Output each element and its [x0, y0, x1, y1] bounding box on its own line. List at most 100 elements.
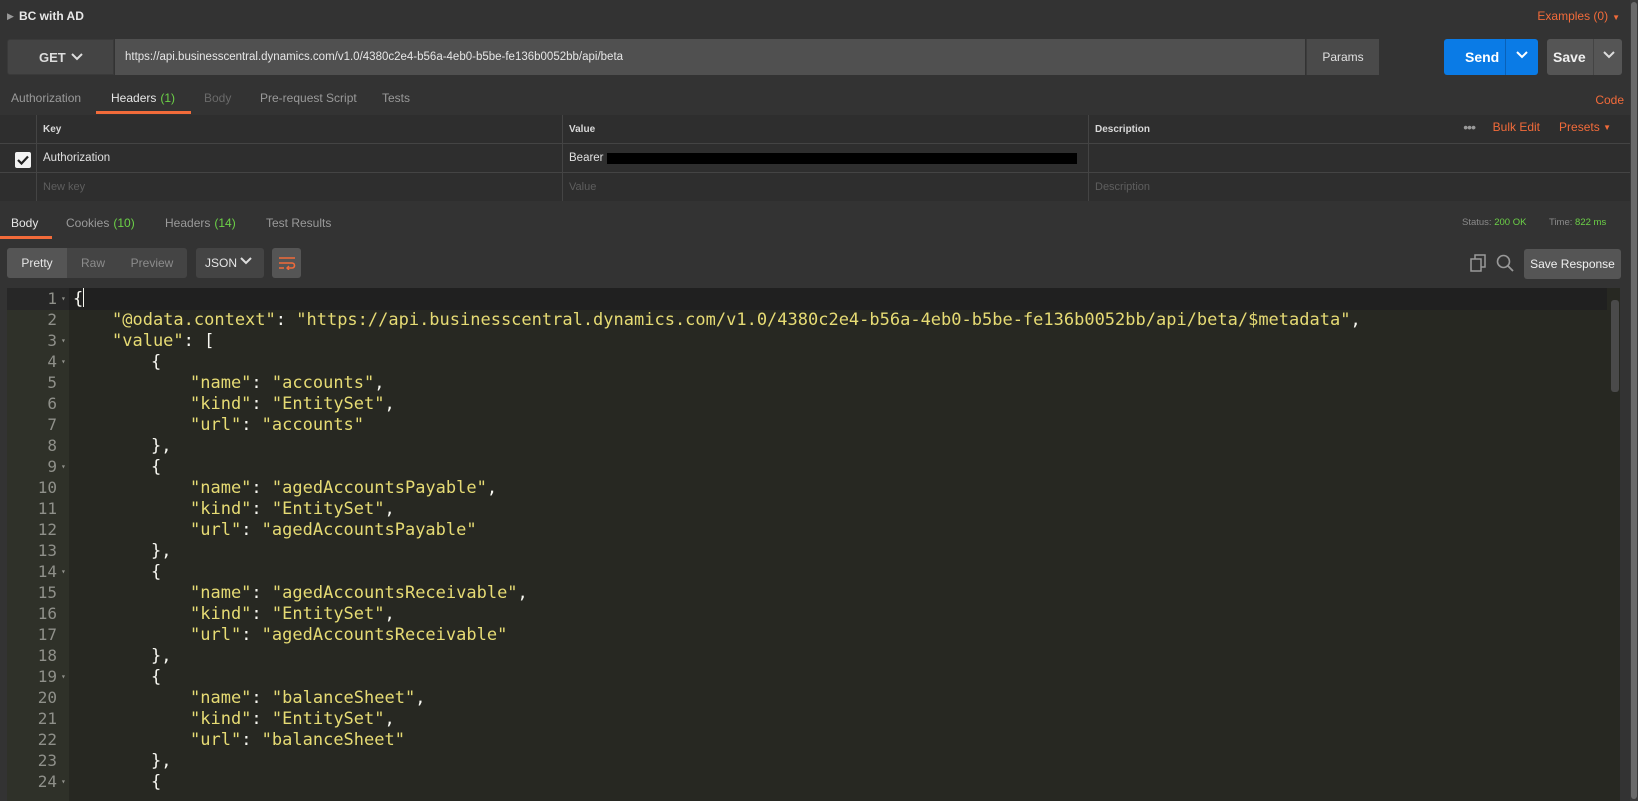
json-comma: , [1350, 310, 1361, 330]
line-number: 17 [37, 625, 57, 644]
code-text: "name": "accounts", [190, 372, 385, 394]
send-split-divider [1505, 39, 1506, 75]
code-line: 12 "url": "agedAccountsPayable" [7, 519, 1607, 541]
tab-authorization[interactable]: Authorization [11, 84, 81, 114]
line-number: 14 [37, 562, 57, 581]
more-options-icon[interactable]: ••• [1463, 115, 1476, 139]
view-mode-preview[interactable]: Preview [119, 248, 185, 278]
response-body-editor[interactable]: 1 ▾{2 "@odata.context": "https://api.busin… [7, 288, 1620, 801]
header-value-cell[interactable]: Bearer [562, 144, 1088, 172]
json-key: "name" [190, 373, 252, 393]
tab-label: Body [204, 91, 232, 105]
line-number: 21 [37, 709, 57, 728]
fold-arrow-icon[interactable]: ▾ [61, 561, 66, 583]
time-label: Time: [1549, 217, 1573, 228]
line-number: 19 [37, 667, 57, 686]
json-string-value: "agedAccountsPayable" [261, 520, 477, 540]
line-number: 2 [47, 310, 57, 329]
header-enabled-checkbox[interactable] [15, 152, 31, 168]
page-scrollbar[interactable] [1630, 0, 1638, 801]
json-comma: , [384, 499, 395, 519]
code-text: "url": "accounts" [190, 414, 364, 436]
tab-cookies[interactable]: Cookies (10) [66, 209, 135, 239]
tab-label: Headers [111, 91, 157, 105]
code-line: 23}, [7, 750, 1607, 772]
json-colon: : [251, 478, 272, 498]
json-key: "url" [190, 415, 242, 435]
view-mode-toggle: Pretty Raw Preview [7, 248, 187, 278]
tab-tests[interactable]: Tests [382, 84, 410, 114]
fold-arrow-icon[interactable]: ▾ [61, 771, 66, 793]
code-line: 18}, [7, 645, 1607, 667]
json-comma: , [384, 604, 395, 624]
tab-count: (10) [113, 216, 135, 230]
code-text: { [151, 351, 161, 373]
json-comma: , [486, 478, 498, 498]
tab-test-results[interactable]: Test Results [266, 209, 331, 239]
table-header-row: Key Value Description ••• Bulk Edit Pres… [0, 115, 1630, 144]
code-line: 14 ▾ { [7, 561, 1607, 583]
tab-response-headers[interactable]: Headers (14) [165, 209, 236, 239]
tab-pre-request-script[interactable]: Pre-request Script [260, 84, 357, 114]
format-label: JSON [205, 256, 238, 270]
chevron-down-icon [71, 53, 83, 61]
code-text: "@odata.context": "https://api.businessc… [112, 309, 1361, 331]
json-colon: : [251, 394, 272, 414]
json-key: "url" [190, 730, 242, 750]
url-input[interactable]: https://api.businesscentral.dynamics.com… [115, 39, 1305, 75]
json-colon: : [241, 415, 262, 435]
line-number: 9 [47, 457, 57, 476]
fold-arrow-icon[interactable]: ▾ [61, 666, 66, 688]
bulk-edit-link[interactable]: Bulk Edit [1493, 115, 1540, 139]
line-number: 7 [47, 415, 57, 434]
view-mode-pretty[interactable]: Pretty [7, 248, 67, 278]
copy-icon[interactable] [1469, 254, 1487, 272]
code-line: 4 ▾ { [7, 351, 1607, 373]
format-select[interactable]: JSON [196, 248, 264, 278]
text-cursor [83, 288, 85, 307]
tab-headers[interactable]: Headers (1) [96, 84, 191, 114]
fold-arrow-icon[interactable]: ▾ [61, 456, 66, 478]
params-button[interactable]: Params [1306, 39, 1379, 75]
json-string-value: "agedAccountsReceivable" [271, 583, 518, 603]
tab-response-body[interactable]: Body [0, 209, 52, 239]
line-number: 23 [37, 751, 57, 770]
fold-arrow-icon[interactable]: ▾ [61, 288, 66, 310]
editor-scrollbar-thumb[interactable] [1611, 300, 1619, 392]
request-name[interactable]: BC with AD [19, 9, 84, 23]
fold-arrow-icon[interactable]: ▾ [61, 330, 66, 352]
send-options-chevron-icon[interactable] [1516, 51, 1528, 59]
tab-count: (1) [160, 91, 176, 105]
send-button[interactable]: Send [1444, 39, 1538, 75]
line-number: 6 [47, 394, 57, 413]
column-header-value: Value [562, 115, 1088, 143]
json-comma: , [384, 394, 395, 414]
examples-label: Examples (0) [1537, 9, 1609, 23]
code-link[interactable]: Code [1595, 93, 1624, 107]
line-number: 5 [47, 373, 57, 392]
presets-dropdown[interactable]: Presets ▼ [1559, 115, 1611, 139]
method-select[interactable]: GET [7, 39, 114, 75]
collapse-caret-icon[interactable]: ▶ [7, 11, 17, 22]
new-value-input[interactable]: Value [562, 173, 1088, 201]
wrap-lines-button[interactable] [272, 248, 301, 278]
code-text: "name": "agedAccountsPayable", [190, 477, 497, 499]
new-description-input[interactable]: Description [1088, 173, 1630, 201]
save-button[interactable]: Save [1547, 39, 1622, 75]
code-text: { [151, 666, 161, 688]
header-key-cell[interactable]: Authorization [36, 144, 562, 172]
line-number: 24 [37, 772, 57, 791]
checkmark-icon [17, 155, 29, 165]
save-response-button[interactable]: Save Response [1524, 249, 1621, 279]
json-key: "kind" [190, 499, 252, 519]
save-options-chevron-icon[interactable] [1603, 51, 1615, 59]
examples-dropdown[interactable]: Examples (0) ▼ [1537, 9, 1620, 23]
fold-arrow-icon[interactable]: ▾ [61, 351, 66, 373]
view-mode-raw[interactable]: Raw [67, 248, 119, 278]
new-key-input[interactable]: New key [36, 173, 562, 201]
json-punctuation: }, [151, 541, 172, 561]
header-description-cell[interactable] [1088, 144, 1630, 172]
page-scrollbar-thumb[interactable] [1631, 2, 1637, 799]
json-punctuation: }, [151, 646, 172, 666]
search-icon[interactable] [1496, 254, 1514, 272]
